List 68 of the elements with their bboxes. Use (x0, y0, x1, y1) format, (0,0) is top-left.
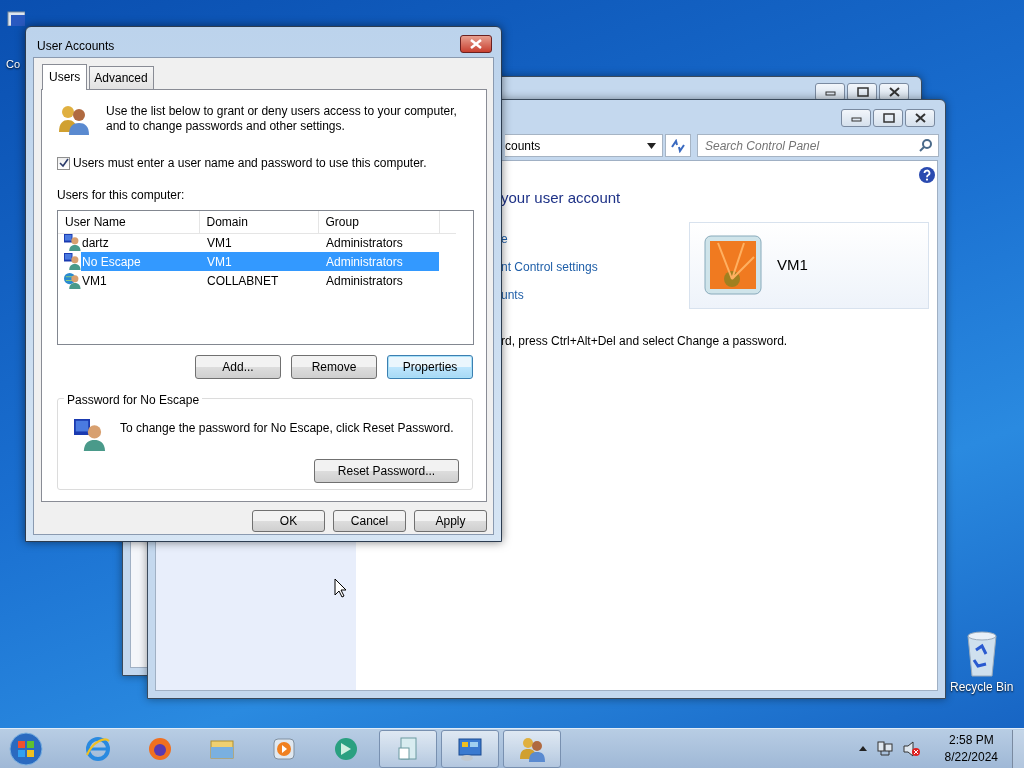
close-button[interactable] (460, 35, 492, 53)
dialog-button[interactable]: Properties (387, 355, 473, 379)
user-globe-icon (64, 272, 81, 289)
settings-link[interactable]: unts (501, 285, 689, 304)
close-icon (470, 39, 482, 49)
settings-link[interactable]: e (501, 229, 689, 248)
taskbar-button[interactable] (441, 729, 499, 768)
checkbox[interactable] (57, 156, 70, 170)
intro-text: Use the list below to grant or deny users access to your computer, and to change passwords and other settings. (106, 104, 458, 135)
maximize-icon (855, 86, 869, 98)
dialog-button[interactable]: Apply (414, 510, 487, 532)
password-note: rd, press Ctrl+Alt+Del and select Change a password. (501, 332, 789, 350)
dialog-title: User Accounts (37, 38, 115, 55)
tab[interactable]: Users (42, 64, 88, 90)
refresh-icon (670, 138, 686, 153)
account-picture (704, 235, 762, 295)
maximize-button[interactable] (873, 109, 903, 127)
start-button[interactable] (8, 730, 44, 767)
address-bar[interactable]: counts (505, 134, 663, 157)
column-header[interactable]: Domain (199, 211, 318, 233)
close-icon (887, 86, 901, 98)
desktop-icon-label[interactable]: Recycle Bin (950, 678, 1014, 696)
address-text: counts (505, 137, 542, 155)
maximize-icon (881, 112, 895, 124)
user-monitor-icon (74, 419, 106, 451)
page-heading: your user account (501, 188, 622, 208)
refresh-button[interactable] (665, 134, 691, 157)
account-name: VM1 (777, 254, 808, 275)
search-icon[interactable] (919, 138, 933, 152)
checkbox-label[interactable]: Users must enter a user name and password to use this computer. (73, 154, 427, 172)
table-cell[interactable]: Administrators (318, 233, 439, 252)
show-hidden-icons-arrow[interactable] (858, 746, 867, 751)
network-icon[interactable] (876, 740, 893, 757)
clock-date[interactable]: 8/22/2024 (944, 748, 998, 766)
reset-password-button[interactable]: Reset Password... (314, 459, 459, 483)
help-icon[interactable] (918, 166, 936, 184)
table-cell[interactable]: VM1 (81, 271, 199, 290)
taskbar-button[interactable] (503, 729, 561, 768)
account-tile[interactable]: VM1 (689, 221, 929, 309)
taskbar-button[interactable] (379, 729, 437, 768)
clock-time[interactable]: 2:58 PM (948, 731, 994, 749)
dialog-button[interactable]: OK (252, 510, 325, 532)
table-cell[interactable]: Administrators (318, 271, 439, 290)
table-cell[interactable]: dartz (81, 233, 199, 252)
dialog-button[interactable]: Cancel (333, 510, 406, 532)
close-button[interactable] (905, 109, 935, 127)
user-monitor-icon (64, 234, 81, 252)
search-field[interactable]: Search Control Panel (697, 134, 939, 157)
user-list[interactable]: User Name Domain Group dartz VM1 Administrators No Escape VM1 Administrators VM1 COLLABNET Administrators (57, 210, 474, 345)
table-cell[interactable]: VM1 (199, 233, 318, 252)
settings-link[interactable]: nt Control settings (501, 257, 689, 276)
tab[interactable]: Advanced (89, 66, 154, 89)
desktop-icon-label[interactable]: Co (6, 56, 21, 73)
checkmark-icon (58, 158, 69, 168)
mouse-pointer-icon (334, 578, 348, 598)
dialog-button[interactable]: Add... (195, 355, 281, 379)
table-cell[interactable]: COLLABNET (199, 271, 318, 290)
column-header[interactable]: User Name (58, 211, 199, 233)
browser-icon (84, 734, 112, 763)
speaker-muted-icon[interactable] (902, 740, 921, 757)
computer-icon[interactable] (6, 10, 25, 26)
dialog-button[interactable]: Remove (291, 355, 377, 379)
dropdown-arrow-icon[interactable] (647, 142, 656, 149)
user-monitor-icon (64, 253, 81, 270)
list-label: Users for this computer: (57, 187, 186, 204)
close-icon (913, 112, 927, 124)
column-header[interactable]: Group (318, 211, 439, 233)
password-help-text: To change the password for No Escape, click Reset Password. (120, 420, 454, 437)
